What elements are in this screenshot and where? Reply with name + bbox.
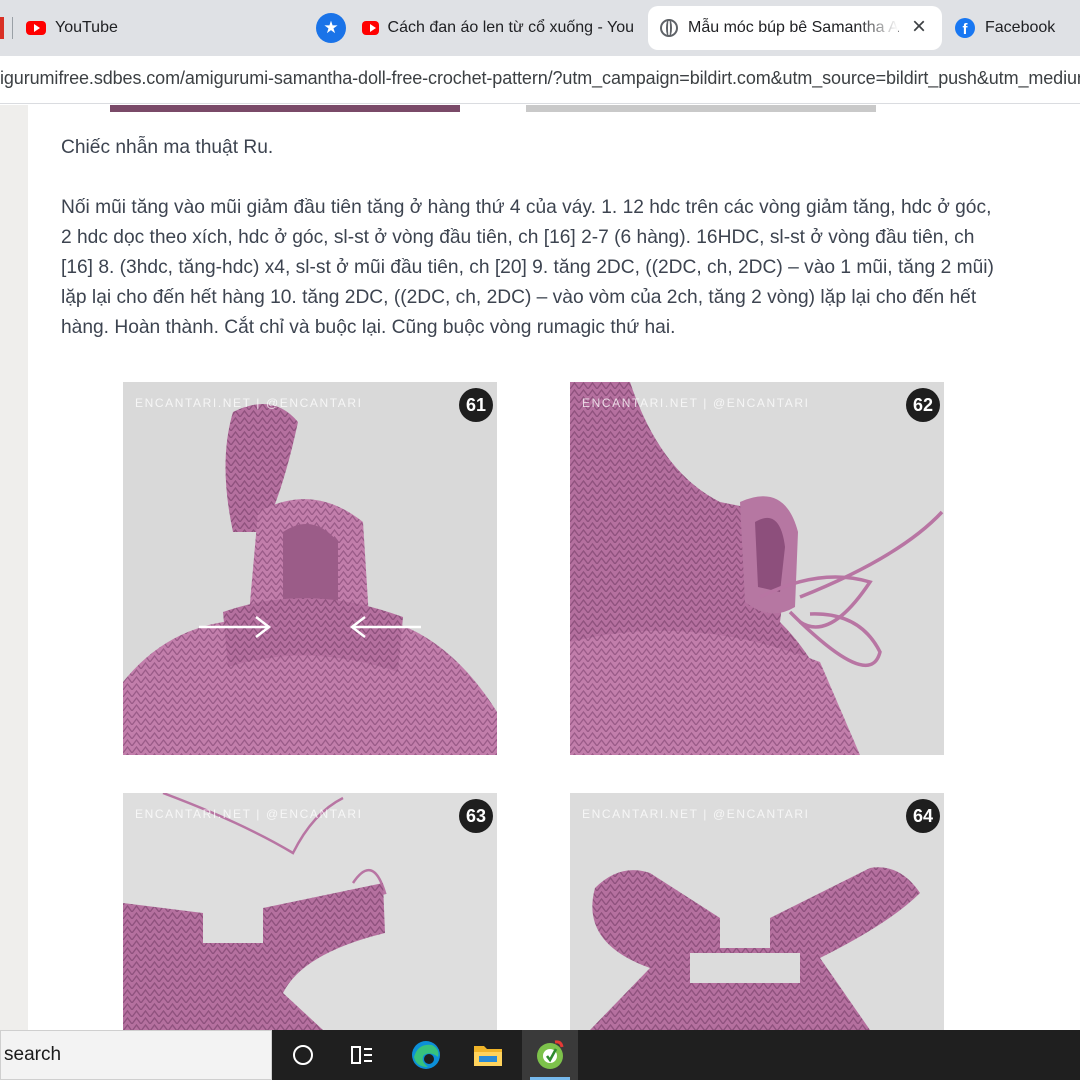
photo-watermark: ENCANTARI.NET | @ENCANTARI (582, 396, 810, 410)
crochet-photo-62 (570, 382, 944, 755)
step-number-badge: 63 (459, 799, 493, 833)
crochet-photo-64 (570, 793, 944, 1030)
step-number-badge: 61 (459, 388, 493, 422)
tab-strip: YouTube ★ Cách đan áo len từ cổ xuống - … (0, 0, 1080, 56)
facebook-icon: f (955, 18, 975, 38)
article-paragraph: Nối mũi tăng vào mũi giảm đầu tiên tăng … (61, 197, 994, 338)
globe-icon (660, 19, 678, 37)
step-number-badge: 64 (906, 799, 940, 833)
photo-step-64: ENCANTARI.NET | @ENCANTARI 64 (570, 793, 944, 1030)
photo-watermark: ENCANTARI.NET | @ENCANTARI (135, 807, 363, 821)
bookmark-label: YouTube (55, 19, 118, 36)
photo-watermark: ENCANTARI.NET | @ENCANTARI (582, 807, 810, 821)
photo-step-62: ENCANTARI.NET | @ENCANTARI 62 (570, 382, 944, 755)
step-number-badge: 62 (906, 388, 940, 422)
previous-photo-edge (110, 105, 460, 112)
bookmark-youtube[interactable]: YouTube (26, 12, 118, 44)
bookmark-label: Facebook (985, 19, 1056, 36)
page-viewport: Chiếc nhẫn ma thuật Ru. Nối mũi tăng vào… (0, 105, 1080, 1030)
tab-active[interactable]: Mẫu móc búp bê Samantha A × (648, 6, 942, 50)
crochet-photo-63 (123, 793, 497, 1030)
crochet-photo-61 (123, 382, 497, 755)
bookmark-label: Cách đan áo len từ cổ xuống - You (387, 19, 634, 36)
start-circle-icon[interactable] (275, 1030, 331, 1080)
bookmark-facebook[interactable]: f Facebook (955, 12, 1055, 44)
task-view-icon[interactable] (334, 1030, 390, 1080)
tab-title-fade (858, 6, 898, 50)
separator (12, 17, 13, 39)
url-text[interactable]: igurumifree.sdbes.com/amigurumi-samantha… (0, 68, 1080, 89)
coccoc-browser-icon[interactable] (522, 1030, 578, 1080)
article-content: Chiếc nhẫn ma thuật Ru. Nối mũi tăng vào… (28, 105, 1080, 1030)
bookmark-partial[interactable] (0, 12, 13, 44)
edge-icon[interactable] (398, 1030, 454, 1080)
search-placeholder: search (4, 1044, 62, 1065)
photo-step-63: ENCANTARI.NET | @ENCANTARI 63 (123, 793, 497, 1030)
youtube-icon (362, 21, 379, 35)
photo-watermark: ENCANTARI.NET | @ENCANTARI (135, 396, 363, 410)
previous-photo-edge (526, 105, 876, 112)
address-bar[interactable]: igurumifree.sdbes.com/amigurumi-samantha… (0, 56, 1080, 104)
article-paragraph: Chiếc nhẫn ma thuật Ru. (61, 137, 274, 158)
star-bookmark-button[interactable]: ★ (316, 12, 346, 44)
taskbar-search-box[interactable]: search (0, 1030, 272, 1080)
bookmark-knitting-video[interactable]: Cách đan áo len từ cổ xuống - You (362, 12, 634, 44)
taskbar: search (0, 1030, 1080, 1080)
file-explorer-icon[interactable] (460, 1030, 516, 1080)
favicon-fragment-icon (0, 17, 4, 39)
close-icon[interactable]: × (908, 15, 930, 39)
star-icon: ★ (316, 13, 346, 43)
photo-step-61: ENCANTARI.NET | @ENCANTARI 61 (123, 382, 497, 755)
youtube-icon (26, 21, 46, 35)
